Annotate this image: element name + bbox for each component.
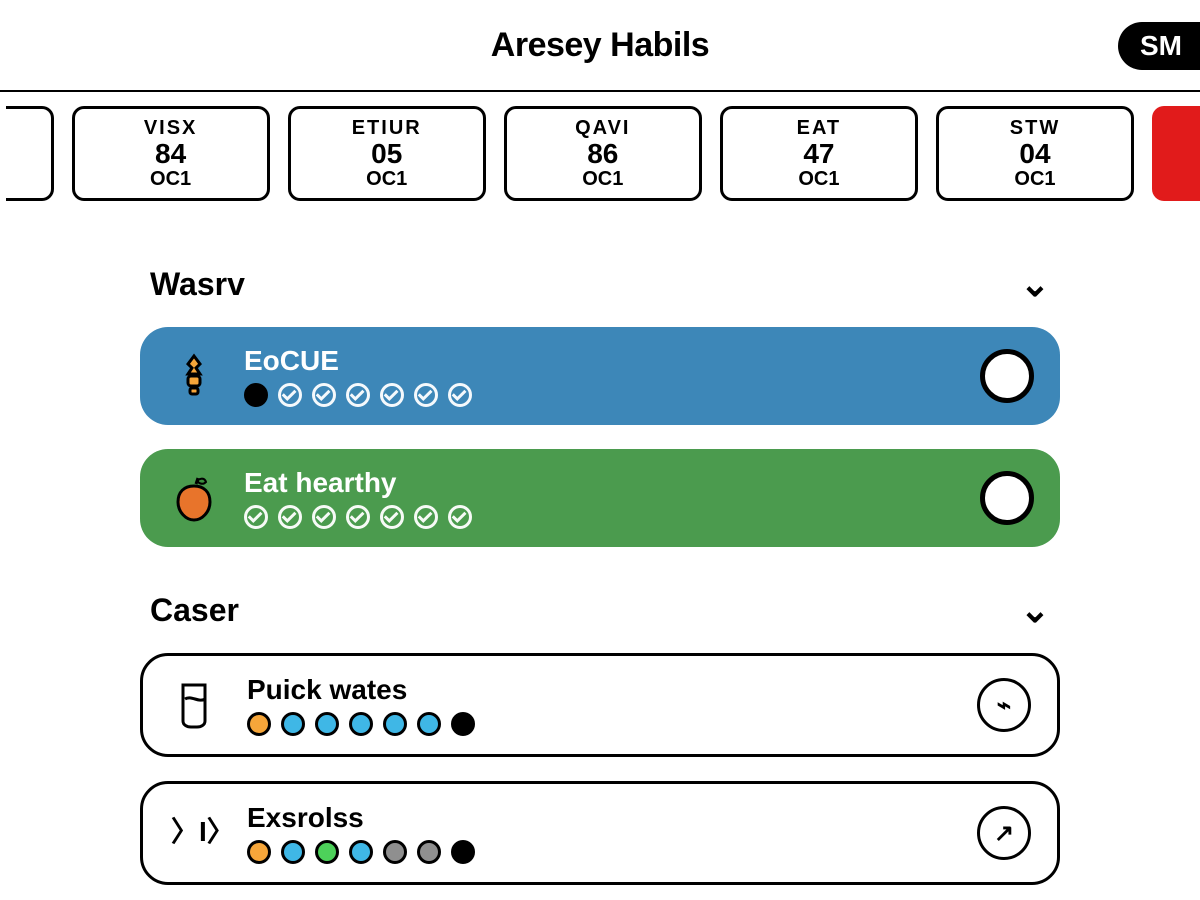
streak-dot	[247, 840, 271, 864]
exercise-icon: 〉I〉	[169, 805, 225, 861]
streak-dot	[448, 505, 472, 529]
habit-action-button[interactable]: ↗	[977, 806, 1031, 860]
habit-action-button[interactable]: ⌁	[977, 678, 1031, 732]
date-dow: EAT	[797, 117, 842, 140]
streak-dot	[451, 712, 475, 736]
section-title: Wasrv	[150, 266, 245, 303]
date-mon: OC1	[798, 168, 839, 191]
date-mon: OC1	[582, 168, 623, 191]
streak-dot	[383, 840, 407, 864]
stop-icon: ▣	[996, 484, 1019, 513]
streak-dot	[247, 712, 271, 736]
date-dow: VISX	[144, 117, 198, 140]
habit-body: Exsrolss	[247, 802, 955, 864]
habit-name: Puick wates	[247, 674, 955, 706]
date-num: 84	[155, 140, 186, 168]
date-num: 86	[587, 140, 618, 168]
streak-dot	[417, 840, 441, 864]
section-title: Caser	[150, 592, 239, 629]
date-cell[interactable]: STW 04 OC1	[936, 106, 1134, 201]
streak-dot	[346, 383, 370, 407]
section-header[interactable]: Wasrv ⌄	[140, 245, 1060, 327]
habit-name: EoCUE	[244, 345, 958, 377]
streak-dot	[417, 712, 441, 736]
streak-dot	[278, 383, 302, 407]
date-num: 05	[371, 140, 402, 168]
streak-dots	[247, 840, 955, 864]
habit-action-button[interactable]: ◀	[980, 349, 1034, 403]
page-title: Aresey Habils	[491, 26, 709, 65]
streak-dot	[281, 712, 305, 736]
lightbulb-icon	[166, 348, 222, 404]
streak-dot	[349, 840, 373, 864]
streak-dot	[414, 505, 438, 529]
timer-icon: ⌁	[997, 691, 1011, 720]
streak-dot	[380, 383, 404, 407]
date-dow: ETIUR	[352, 117, 422, 140]
habit-card[interactable]: Eat hearthy ▣	[140, 449, 1060, 547]
habit-name: Eat hearthy	[244, 467, 958, 499]
date-mon: OC1	[1014, 168, 1055, 191]
date-strip: VISX 84 OC1 ETIUR 05 OC1 QAVI 86 OC1 EAT…	[0, 92, 1200, 215]
date-mon: OC1	[150, 168, 191, 191]
habit-card[interactable]: Puick wates ⌁	[140, 653, 1060, 757]
habit-body: Puick wates	[247, 674, 955, 736]
streak-dot	[312, 505, 336, 529]
date-cell[interactable]: EAT 47 OC1	[720, 106, 918, 201]
streak-dot	[349, 712, 373, 736]
streak-dots	[244, 505, 958, 529]
date-mon: OC1	[366, 168, 407, 191]
main: Wasrv ⌄ EoCUE ◀ Eat hearthy	[0, 215, 1200, 885]
header-pill[interactable]: SM	[1118, 22, 1200, 70]
date-cell[interactable]: VISX 84 OC1	[72, 106, 270, 201]
apple-icon	[166, 470, 222, 526]
date-cell[interactable]: ETIUR 05 OC1	[288, 106, 486, 201]
date-num: 47	[803, 140, 834, 168]
cup-icon	[169, 677, 225, 733]
habit-action-button[interactable]: ▣	[980, 471, 1034, 525]
streak-dots	[244, 383, 958, 407]
date-dow: STW	[1010, 117, 1060, 140]
streak-dot	[315, 712, 339, 736]
habit-card[interactable]: 〉I〉 Exsrolss ↗	[140, 781, 1060, 885]
streak-dot	[448, 383, 472, 407]
svg-text:〉I〉: 〉I〉	[171, 816, 223, 847]
play-left-icon: ◀	[998, 362, 1016, 391]
date-dow: QAVI	[575, 117, 630, 140]
arrow-icon: ↗	[994, 819, 1014, 848]
streak-dot	[383, 712, 407, 736]
streak-dot	[244, 505, 268, 529]
date-cell[interactable]: QAVI 86 OC1	[504, 106, 702, 201]
section-header[interactable]: Caser ⌄	[140, 571, 1060, 653]
streak-dot	[346, 505, 370, 529]
chevron-down-icon: ⌄	[1020, 263, 1050, 305]
streak-dot	[312, 383, 336, 407]
streak-dots	[247, 712, 955, 736]
date-cell-today[interactable]	[1152, 106, 1200, 201]
chevron-down-icon: ⌄	[1020, 589, 1050, 631]
streak-dot	[281, 840, 305, 864]
streak-dot	[244, 383, 268, 407]
header: Aresey Habils SM	[0, 0, 1200, 90]
streak-dot	[414, 383, 438, 407]
habit-body: EoCUE	[244, 345, 958, 407]
date-num: 04	[1019, 140, 1050, 168]
streak-dot	[315, 840, 339, 864]
habit-body: Eat hearthy	[244, 467, 958, 529]
streak-dot	[451, 840, 475, 864]
streak-dot	[380, 505, 404, 529]
habit-name: Exsrolss	[247, 802, 955, 834]
streak-dot	[278, 505, 302, 529]
date-cell-partial-left[interactable]	[6, 106, 54, 201]
habit-card[interactable]: EoCUE ◀	[140, 327, 1060, 425]
